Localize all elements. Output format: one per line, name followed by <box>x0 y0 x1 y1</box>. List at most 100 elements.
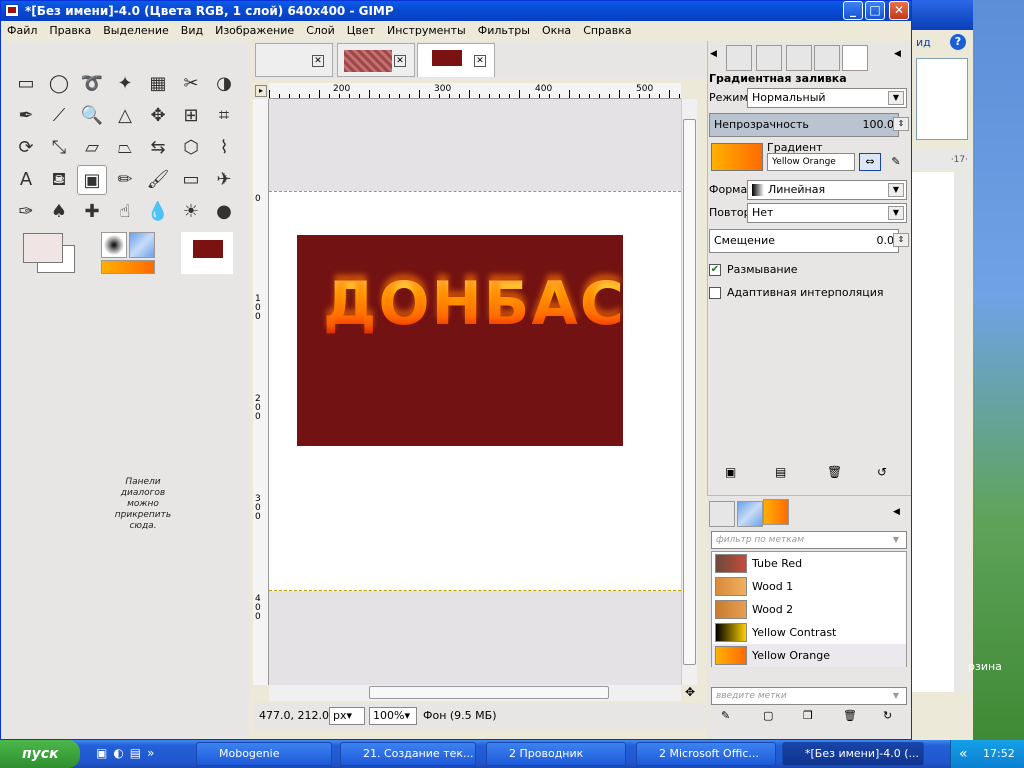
offset-spin[interactable]: ⇕ <box>893 233 909 247</box>
menu-2[interactable]: Выделение <box>97 22 175 40</box>
vertical-ruler[interactable]: 0 1 0 0 2 0 0 3 0 0 4 0 0 <box>253 99 269 685</box>
chevron-down-icon[interactable]: ▼ <box>888 206 904 220</box>
free-select-tool-icon[interactable]: ➰ <box>77 69 107 99</box>
gradient-preview[interactable] <box>711 143 763 171</box>
restore-options-icon[interactable]: ▤ <box>775 465 786 479</box>
tag-entry-input[interactable]: введите метки ▼ <box>711 687 907 705</box>
tab-layers[interactable] <box>726 45 752 71</box>
taskbar-item[interactable]: 2 Microsoft Offic... <box>636 742 776 766</box>
pencil-tool-icon[interactable]: ✏ <box>110 165 140 195</box>
scale-tool-icon[interactable]: ⤡ <box>44 133 74 163</box>
dodge-tool-icon[interactable]: ● <box>209 197 239 227</box>
save-options-icon[interactable]: ▣ <box>725 465 736 479</box>
image-layer[interactable] <box>297 235 623 446</box>
gradient-list-item[interactable]: Yellow Contrast <box>712 621 906 644</box>
shear-tool-icon[interactable]: ▱ <box>77 133 107 163</box>
tab-colors[interactable] <box>786 45 812 71</box>
tab-tool-options[interactable] <box>842 45 868 71</box>
tab-patterns[interactable] <box>737 501 763 527</box>
menu-6[interactable]: Цвет <box>341 22 381 40</box>
adaptive-checkbox[interactable] <box>709 287 721 299</box>
edit-gradient-icon[interactable]: ✎ <box>721 709 730 722</box>
fuzzy-select-tool-icon[interactable]: ✦ <box>110 69 140 99</box>
gimp-app-icon[interactable] <box>5 4 19 17</box>
scrollbar[interactable] <box>954 172 970 692</box>
cage-tool-icon[interactable]: ⬡ <box>176 133 206 163</box>
menu-10[interactable]: Справка <box>577 22 637 40</box>
tab-brushes[interactable] <box>709 501 735 527</box>
dock-menu-icon[interactable]: ◀ <box>893 507 900 517</box>
edit-gradient-icon[interactable]: ✎ <box>887 153 905 171</box>
minimize-button[interactable]: _ <box>843 1 863 20</box>
recycle-bin-label[interactable]: рзина <box>968 660 1002 673</box>
menu-0[interactable]: Файл <box>1 22 43 40</box>
horizontal-ruler[interactable]: 200 300 400 500 <box>269 83 681 99</box>
unit-select[interactable]: px▾ <box>329 707 365 725</box>
refresh-gradients-icon[interactable]: ↻ <box>883 709 892 722</box>
menu-4[interactable]: Изображение <box>209 22 300 40</box>
taskbar-item[interactable]: *[Без имени]-4.0 (... <box>782 742 924 766</box>
blend-tool-icon[interactable]: ▣ <box>77 165 107 195</box>
smudge-tool-icon[interactable]: ☝ <box>110 197 140 227</box>
blur-tool-icon[interactable]: 💧 <box>143 197 173 227</box>
horizontal-scrollbar[interactable] <box>269 685 681 701</box>
align-tool-icon[interactable]: ⊞ <box>176 101 206 131</box>
new-gradient-icon[interactable]: ▢ <box>763 709 773 722</box>
ellipse-select-tool-icon[interactable]: ◯ <box>44 69 74 99</box>
menu-8[interactable]: Фильтры <box>472 22 536 40</box>
warp-tool-icon[interactable]: ⌇ <box>209 133 239 163</box>
measure-tool-icon[interactable]: △ <box>110 101 140 131</box>
image-tab-1[interactable]: ✕ <box>255 43 333 77</box>
maximize-button[interactable]: □ <box>865 1 885 20</box>
gradient-list-item[interactable]: Yellow Orange <box>712 644 906 667</box>
duplicate-gradient-icon[interactable]: ❐ <box>803 709 813 722</box>
help-icon[interactable]: ? <box>950 34 966 50</box>
clone-tool-icon[interactable]: ♠ <box>44 197 74 227</box>
dither-checkbox[interactable]: ✔ <box>709 264 721 276</box>
offset-slider[interactable]: Смещение 0.0 <box>709 229 899 253</box>
mode-select[interactable]: Нормальный ▼ <box>747 88 907 108</box>
move-tool-icon[interactable]: ✥ <box>143 101 173 131</box>
image-tab-3[interactable]: ✕ <box>417 43 495 77</box>
active-image-thumbnail[interactable] <box>181 232 233 274</box>
dock-menu-icon[interactable]: ◀ <box>894 49 901 59</box>
dodge-burn-tool-icon[interactable]: ☀ <box>176 197 206 227</box>
gradient-list-item[interactable]: Wood 1 <box>712 575 906 598</box>
navigate-icon[interactable]: ✥ <box>683 685 697 701</box>
gradient-list[interactable]: Tube Red Wood 1 Wood 2 Yellow Contrast Yello… <box>711 551 907 667</box>
scissors-tool-icon[interactable]: ✂ <box>176 69 206 99</box>
eraser-tool-icon[interactable]: ▭ <box>176 165 206 195</box>
brush-swatch[interactable] <box>101 232 127 258</box>
opacity-spin[interactable]: ⇕ <box>893 117 909 131</box>
chevron-down-icon[interactable]: ▼ <box>888 183 904 197</box>
fg-bg-colors[interactable] <box>23 233 77 275</box>
menu-1[interactable]: Правка <box>43 22 97 40</box>
foreground-color-swatch[interactable] <box>23 233 63 263</box>
zoom-select[interactable]: 100%▾ <box>369 707 417 725</box>
tab-images[interactable] <box>814 45 840 71</box>
crop-tool-icon[interactable]: ⌗ <box>209 101 239 131</box>
tray-arrow-icon[interactable]: « <box>959 740 968 768</box>
chevron-down-icon[interactable]: ▼ <box>888 690 904 704</box>
taskbar-item[interactable]: 21. Создание тек... <box>340 742 476 766</box>
background-link[interactable]: ид <box>916 36 931 49</box>
taskbar-item[interactable]: 2 Проводник <box>486 742 626 766</box>
gradient-list-item[interactable]: Tube Red <box>712 552 906 575</box>
gradient-swatch[interactable] <box>101 260 155 274</box>
close-icon[interactable]: ✕ <box>312 55 324 67</box>
airbrush-tool-icon[interactable]: ✈ <box>209 165 239 195</box>
color-picker-tool-icon[interactable]: ⟋ <box>44 101 74 131</box>
menu-3[interactable]: Вид <box>175 22 209 40</box>
quick-launch[interactable]: ▣◐▤» <box>96 746 176 764</box>
image-tab-2[interactable]: ✕ <box>337 43 415 77</box>
menu-7[interactable]: Инструменты <box>381 22 472 40</box>
gradient-name[interactable]: Yellow Orange <box>767 153 855 171</box>
opacity-slider[interactable]: Непрозрачность 100.0 <box>709 113 899 137</box>
flip-tool-icon[interactable]: ⇆ <box>143 133 173 163</box>
gradient-list-item[interactable]: Wood 2 <box>712 598 906 621</box>
color-select-tool-icon[interactable]: ▦ <box>143 69 173 99</box>
delete-gradient-icon[interactable]: 🗑 <box>843 709 857 722</box>
chevron-down-icon[interactable]: ▼ <box>888 534 904 548</box>
menu-5[interactable]: Слой <box>300 22 341 40</box>
delete-options-icon[interactable]: 🗑 <box>827 465 842 479</box>
